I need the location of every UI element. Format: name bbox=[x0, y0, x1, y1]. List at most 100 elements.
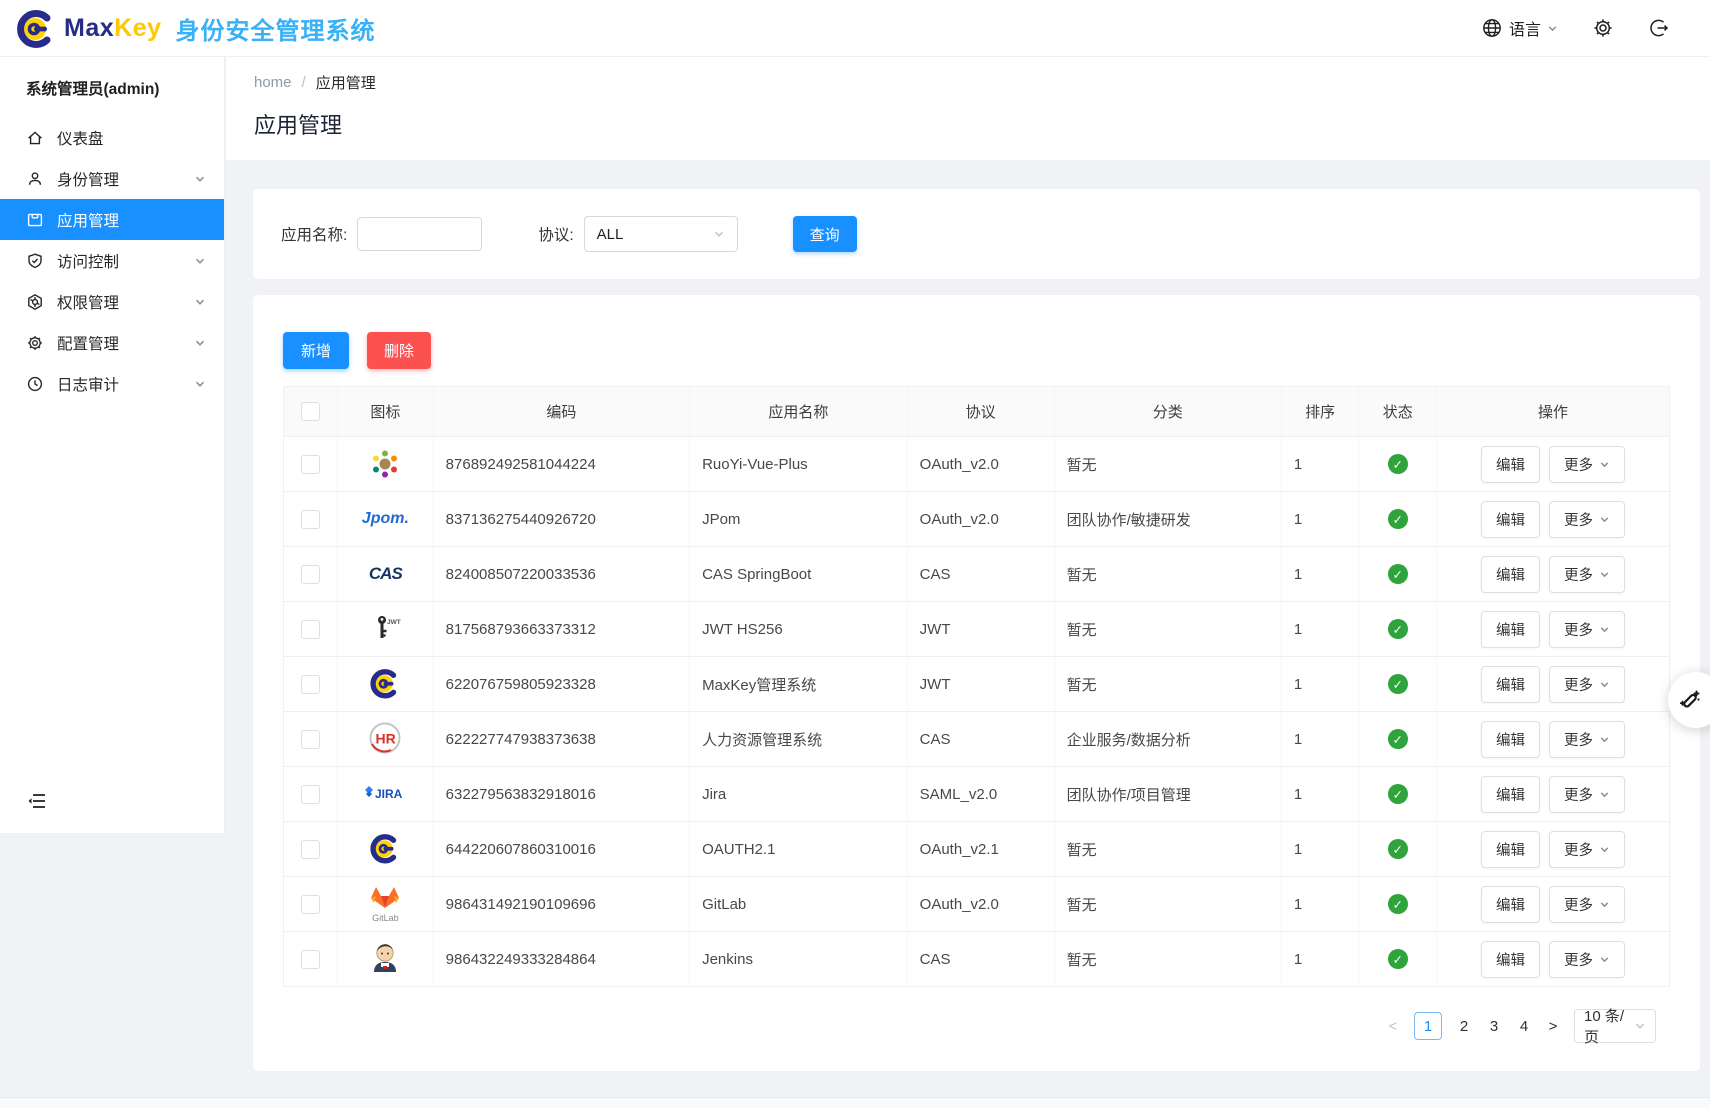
magic-wand-icon bbox=[1677, 687, 1703, 713]
settings-gear-icon[interactable] bbox=[1592, 17, 1614, 39]
content-area: 应用名称: 协议: ALL 查询 新增 删除 bbox=[226, 160, 1710, 1071]
page-size-select[interactable]: 10 条/页 bbox=[1574, 1009, 1656, 1043]
more-button[interactable]: 更多 bbox=[1549, 721, 1625, 758]
sidebar: 系统管理员(admin) 仪表盘身份管理应用管理访问控制权限管理配置管理日志审计 bbox=[0, 57, 225, 833]
more-button[interactable]: 更多 bbox=[1549, 886, 1625, 923]
pagination-page-2[interactable]: 2 bbox=[1456, 1018, 1472, 1035]
row-checkbox[interactable] bbox=[301, 950, 320, 969]
column-header-category: 分类 bbox=[1054, 387, 1281, 437]
column-header-sort: 排序 bbox=[1281, 387, 1359, 437]
table-row-0: 876892492581044224 RuoYi-Vue-Plus OAuth_… bbox=[284, 437, 1670, 492]
sidebar-item-3[interactable]: 访问控制 bbox=[0, 240, 224, 281]
app-logo-cas-icon: CAS bbox=[369, 564, 402, 584]
app-category: 暂无 bbox=[1054, 932, 1281, 987]
row-checkbox[interactable] bbox=[301, 840, 320, 859]
chevron-down-icon bbox=[194, 378, 206, 390]
row-checkbox-cell bbox=[284, 492, 338, 547]
sidebar-item-label: 仪表盘 bbox=[57, 127, 206, 149]
app-name: OAUTH2.1 bbox=[690, 822, 908, 877]
applications-table: 图标 编码 应用名称 协议 分类 排序 状态 操作 87689249258104… bbox=[283, 386, 1670, 987]
table-row-6: JIRA 632279563832918016 Jira SAML_v2.0 团… bbox=[284, 767, 1670, 822]
language-switcher[interactable]: 语言 bbox=[1481, 16, 1558, 40]
app-icon-cell: HR bbox=[338, 712, 434, 767]
edit-button[interactable]: 编辑 bbox=[1481, 501, 1540, 538]
app-code: 622227747938373638 bbox=[433, 712, 689, 767]
more-button[interactable]: 更多 bbox=[1549, 501, 1625, 538]
search-button[interactable]: 查询 bbox=[793, 216, 857, 252]
breadcrumb-home-link[interactable]: home bbox=[254, 74, 292, 91]
row-checkbox[interactable] bbox=[301, 565, 320, 584]
sidebar-item-1[interactable]: 身份管理 bbox=[0, 158, 224, 199]
status-enabled-icon: ✓ bbox=[1388, 619, 1408, 639]
row-checkbox[interactable] bbox=[301, 785, 320, 804]
edit-button[interactable]: 编辑 bbox=[1481, 666, 1540, 703]
row-checkbox[interactable] bbox=[301, 730, 320, 749]
edit-button[interactable]: 编辑 bbox=[1481, 831, 1540, 868]
logout-icon[interactable] bbox=[1648, 17, 1670, 39]
more-button[interactable]: 更多 bbox=[1549, 941, 1625, 978]
pagination-page-1[interactable]: 1 bbox=[1414, 1012, 1442, 1040]
sidebar-item-0[interactable]: 仪表盘 bbox=[0, 117, 224, 158]
app-name: Jenkins bbox=[690, 932, 908, 987]
protocol-select[interactable]: ALL bbox=[584, 216, 738, 252]
sidebar-item-5[interactable]: 配置管理 bbox=[0, 322, 224, 363]
delete-button[interactable]: 删除 bbox=[367, 332, 431, 369]
status-enabled-icon: ✓ bbox=[1388, 894, 1408, 914]
menu-collapse-icon[interactable] bbox=[26, 790, 48, 812]
app-icon-cell: CAS bbox=[338, 547, 434, 602]
row-actions-cell: 编辑 更多 bbox=[1437, 492, 1670, 547]
app-category: 暂无 bbox=[1054, 547, 1281, 602]
row-checkbox[interactable] bbox=[301, 675, 320, 694]
sidebar-item-2[interactable]: 应用管理 bbox=[0, 199, 224, 240]
row-checkbox[interactable] bbox=[301, 895, 320, 914]
row-checkbox[interactable] bbox=[301, 455, 320, 474]
select-all-checkbox[interactable] bbox=[301, 402, 320, 421]
edit-button[interactable]: 编辑 bbox=[1481, 721, 1540, 758]
more-button[interactable]: 更多 bbox=[1549, 446, 1625, 483]
edit-button[interactable]: 编辑 bbox=[1481, 611, 1540, 648]
identity-icon bbox=[26, 170, 44, 188]
sidebar-item-4[interactable]: 权限管理 bbox=[0, 281, 224, 322]
app-protocol: CAS bbox=[907, 932, 1054, 987]
pagination: < 1234 > 10 条/页 bbox=[283, 1009, 1670, 1043]
row-checkbox[interactable] bbox=[301, 510, 320, 529]
more-button[interactable]: 更多 bbox=[1549, 831, 1625, 868]
breadcrumb-current: 应用管理 bbox=[316, 72, 376, 93]
chevron-down-icon bbox=[1634, 1020, 1646, 1032]
globe-icon bbox=[1481, 17, 1503, 39]
edit-button[interactable]: 编辑 bbox=[1481, 556, 1540, 593]
sidebar-item-label: 身份管理 bbox=[57, 168, 181, 190]
chevron-down-icon bbox=[1547, 23, 1558, 34]
more-button[interactable]: 更多 bbox=[1549, 776, 1625, 813]
add-button[interactable]: 新增 bbox=[283, 332, 349, 369]
pagination-page-3[interactable]: 3 bbox=[1486, 1018, 1502, 1035]
protocol-filter-label: 协议: bbox=[538, 223, 573, 245]
main-content: home / 应用管理 应用管理 应用名称: 协议: ALL 查询 新增 bbox=[226, 57, 1710, 1108]
table-row-3: JWT 817568793663373312 JWT HS256 JWT 暂无 … bbox=[284, 602, 1670, 657]
pagination-page-4[interactable]: 4 bbox=[1516, 1018, 1532, 1035]
edit-button[interactable]: 编辑 bbox=[1481, 941, 1540, 978]
row-checkbox[interactable] bbox=[301, 620, 320, 639]
sidebar-item-6[interactable]: 日志审计 bbox=[0, 363, 224, 404]
badge-icon bbox=[26, 293, 44, 311]
app-icon-cell: JIRA bbox=[338, 767, 434, 822]
row-actions-cell: 编辑 更多 bbox=[1437, 602, 1670, 657]
pagination-prev-icon[interactable]: < bbox=[1386, 1018, 1400, 1035]
app-protocol: OAuth_v2.0 bbox=[907, 492, 1054, 547]
more-button[interactable]: 更多 bbox=[1549, 666, 1625, 703]
row-actions-cell: 编辑 更多 bbox=[1437, 437, 1670, 492]
more-button[interactable]: 更多 bbox=[1549, 611, 1625, 648]
table-header: 图标 编码 应用名称 协议 分类 排序 状态 操作 bbox=[284, 387, 1670, 437]
edit-button[interactable]: 编辑 bbox=[1481, 776, 1540, 813]
pagination-next-icon[interactable]: > bbox=[1546, 1018, 1560, 1035]
edit-button[interactable]: 编辑 bbox=[1481, 886, 1540, 923]
app-name-filter-input[interactable] bbox=[357, 217, 482, 251]
edit-button[interactable]: 编辑 bbox=[1481, 446, 1540, 483]
status-enabled-icon: ✓ bbox=[1388, 784, 1408, 804]
chevron-down-icon bbox=[194, 337, 206, 349]
app-status-cell: ✓ bbox=[1359, 602, 1437, 657]
more-button[interactable]: 更多 bbox=[1549, 556, 1625, 593]
gear-icon bbox=[26, 334, 44, 352]
app-protocol: CAS bbox=[907, 547, 1054, 602]
app-sort: 1 bbox=[1281, 492, 1359, 547]
